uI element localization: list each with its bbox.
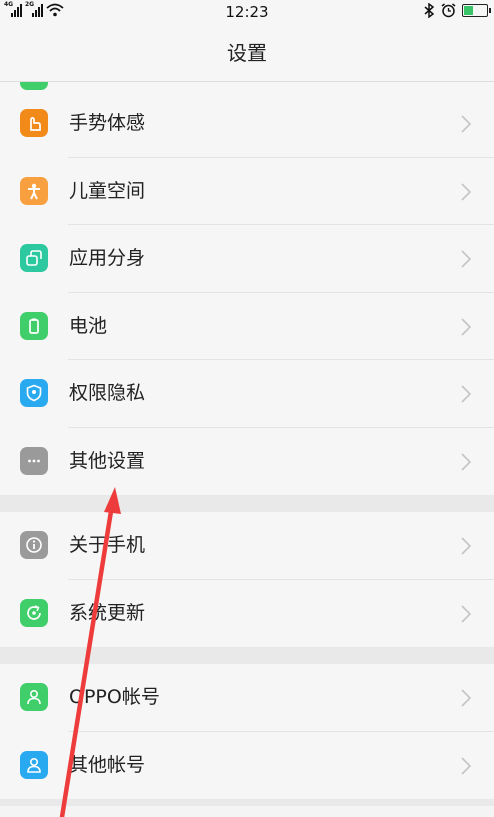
settings-row[interactable]: 其他帐号	[0, 731, 494, 799]
app-clone-icon	[20, 244, 48, 272]
chevron-right-icon	[461, 689, 472, 707]
settings-row-label: 应用分身	[69, 247, 146, 269]
settings-row[interactable]: 手势体感	[0, 90, 494, 158]
settings-row[interactable]: 其他设置	[0, 427, 494, 495]
settings-row-label: 电池	[69, 314, 108, 337]
settings-row[interactable]: 儿童空间	[0, 157, 494, 225]
settings-row-label: 手势体感	[69, 112, 146, 134]
chevron-right-icon	[461, 250, 472, 268]
settings-row[interactable]: OPPO帐号	[0, 664, 494, 732]
settings-row-label: 关于手机	[69, 534, 146, 556]
settings-row-label: OPPO帐号	[69, 686, 160, 708]
chevron-right-icon	[461, 182, 472, 201]
user-icon	[20, 750, 48, 779]
child-icon	[20, 176, 48, 205]
group-separator	[0, 495, 494, 512]
chevron-right-icon	[461, 115, 472, 133]
settings-row[interactable]: 应用分身	[0, 225, 494, 293]
chevron-right-icon	[461, 385, 472, 403]
group-separator	[0, 647, 494, 664]
chevron-right-icon	[461, 604, 472, 623]
battery-indicator	[462, 4, 491, 17]
chevron-right-icon	[461, 756, 472, 775]
account-icon	[20, 683, 48, 711]
settings-row-label: 权限隐私	[69, 382, 146, 404]
settings-row[interactable]: 电池	[0, 292, 494, 360]
settings-list: 手势体感儿童空间应用分身电池权限隐私其他设置关于手机系统更新 OPPO帐号 其他帐号	[0, 82, 494, 806]
info-icon	[20, 531, 48, 559]
bluetooth-icon	[424, 3, 435, 18]
chevron-right-icon	[461, 317, 472, 336]
update-icon	[20, 598, 48, 627]
chevron-right-icon	[461, 537, 472, 555]
battery-icon	[20, 311, 48, 340]
partial-row	[0, 82, 494, 90]
status-bar: 4G 2G 12:23	[0, 0, 494, 24]
more-icon	[20, 446, 48, 475]
settings-row-label: 其他帐号	[69, 753, 146, 776]
status-right	[424, 3, 491, 18]
settings-row-label: 其他设置	[69, 449, 146, 472]
settings-row[interactable]: 系统更新	[0, 579, 494, 647]
chevron-right-icon	[461, 452, 472, 471]
gesture-icon	[20, 109, 48, 137]
settings-row-label: 系统更新	[69, 601, 146, 624]
alarm-icon	[441, 3, 456, 18]
clock: 12:23	[225, 3, 269, 21]
settings-row-label: 儿童空间	[69, 179, 146, 202]
settings-row[interactable]: 关于手机	[0, 512, 494, 580]
shield-icon	[20, 379, 48, 407]
group-separator	[0, 799, 494, 806]
page-title: 设置	[0, 24, 494, 82]
settings-row[interactable]: 权限隐私	[0, 360, 494, 428]
